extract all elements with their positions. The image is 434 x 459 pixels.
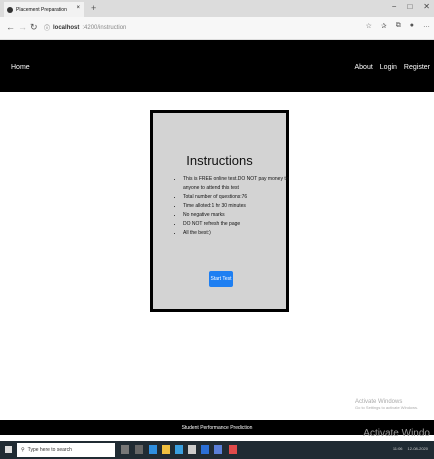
tab-close-icon[interactable]: ×	[76, 5, 80, 11]
nav-login-link[interactable]: Login	[380, 64, 397, 71]
instruction-item: All the best:)	[183, 229, 293, 238]
app-icon[interactable]	[214, 445, 222, 454]
instructions-list: This is FREE online test.DO NOT pay mone…	[175, 175, 293, 238]
search-placeholder: Type here to search	[27, 447, 72, 453]
instructions-title: Instructions	[186, 153, 253, 168]
instruction-item: DO NOT refresh the page	[183, 220, 293, 229]
maximize-icon[interactable]: □	[407, 2, 412, 11]
browser-toolbar: ☆ ✰ ⧉ ● …	[366, 22, 430, 30]
tab-title: Placement Preparation	[16, 6, 67, 13]
footer-text: Student Performance Prediction	[181, 424, 253, 431]
favorite-star-icon[interactable]: ☆	[366, 22, 372, 30]
instruction-item: No negative marks	[183, 211, 293, 220]
tray-date[interactable]: 12-08-2020	[408, 446, 428, 451]
page-info-icon: ⓘ	[44, 26, 51, 32]
system-tray: 11:06 12-08-2020	[393, 446, 428, 451]
favorites-icon[interactable]: ✰	[381, 22, 387, 30]
url-host: localhost	[53, 24, 80, 31]
windows-taskbar: ⚲ Type here to search 11:06 12-08-2020	[0, 441, 434, 459]
back-icon[interactable]: ←	[6, 22, 15, 32]
mail-icon[interactable]	[188, 445, 196, 454]
edge-browser-icon[interactable]	[149, 445, 157, 454]
nav-links: About Login Register	[354, 64, 430, 71]
widgets-icon[interactable]	[135, 445, 143, 454]
site-navbar: Home About Login Register	[0, 40, 434, 92]
collections-icon[interactable]: ⧉	[396, 22, 401, 30]
store-icon[interactable]	[175, 445, 183, 454]
browser-tab-strip: Placement Preparation × + − □ ✕	[0, 0, 434, 17]
nav-home-link[interactable]: Home	[11, 64, 30, 71]
start-test-button[interactable]: Start Test	[209, 271, 233, 287]
browser-tab[interactable]: Placement Preparation ×	[4, 2, 84, 17]
windows-start-icon[interactable]	[5, 446, 12, 453]
url-path: :4200/instruction	[82, 24, 127, 31]
instruction-item: Total number of questions:76	[183, 193, 293, 202]
tray-time[interactable]: 11:06	[393, 446, 403, 451]
watermark-overlay: Activate Windo	[363, 428, 430, 439]
url-field[interactable]: ⓘ localhost:4200/instruction	[44, 23, 127, 33]
app-icon-red[interactable]	[229, 445, 237, 454]
forward-icon[interactable]: →	[18, 22, 27, 32]
search-icon: ⚲	[21, 447, 25, 453]
task-view-icon[interactable]	[121, 445, 129, 454]
address-bar: ← → ↻ ⓘ localhost:4200/instruction ☆ ✰ ⧉…	[0, 17, 434, 40]
activate-windows-watermark: Activate Windows Go to Settings to activ…	[355, 399, 418, 410]
instruction-item: This is FREE online test.DO NOT pay mone…	[183, 175, 293, 193]
more-icon[interactable]: …	[423, 22, 430, 30]
instruction-item: Time alloted:1 hr 30 minutes	[183, 202, 293, 211]
close-window-icon[interactable]: ✕	[423, 2, 430, 11]
window-controls: − □ ✕	[392, 2, 430, 11]
vscode-icon[interactable]	[201, 445, 209, 454]
site-favicon-icon	[7, 6, 13, 13]
file-explorer-icon[interactable]	[162, 445, 170, 454]
instructions-card: Instructions This is FREE online test.DO…	[150, 110, 289, 312]
refresh-icon[interactable]: ↻	[30, 22, 38, 33]
nav-register-link[interactable]: Register	[404, 64, 430, 71]
minimize-icon[interactable]: −	[392, 2, 397, 11]
new-tab-button[interactable]: +	[91, 3, 96, 13]
profile-icon[interactable]: ●	[410, 22, 414, 30]
taskbar-search-input[interactable]: ⚲ Type here to search	[17, 443, 115, 457]
watermark-subtitle: Go to Settings to activate Windows.	[355, 405, 419, 410]
nav-about-link[interactable]: About	[354, 64, 372, 71]
